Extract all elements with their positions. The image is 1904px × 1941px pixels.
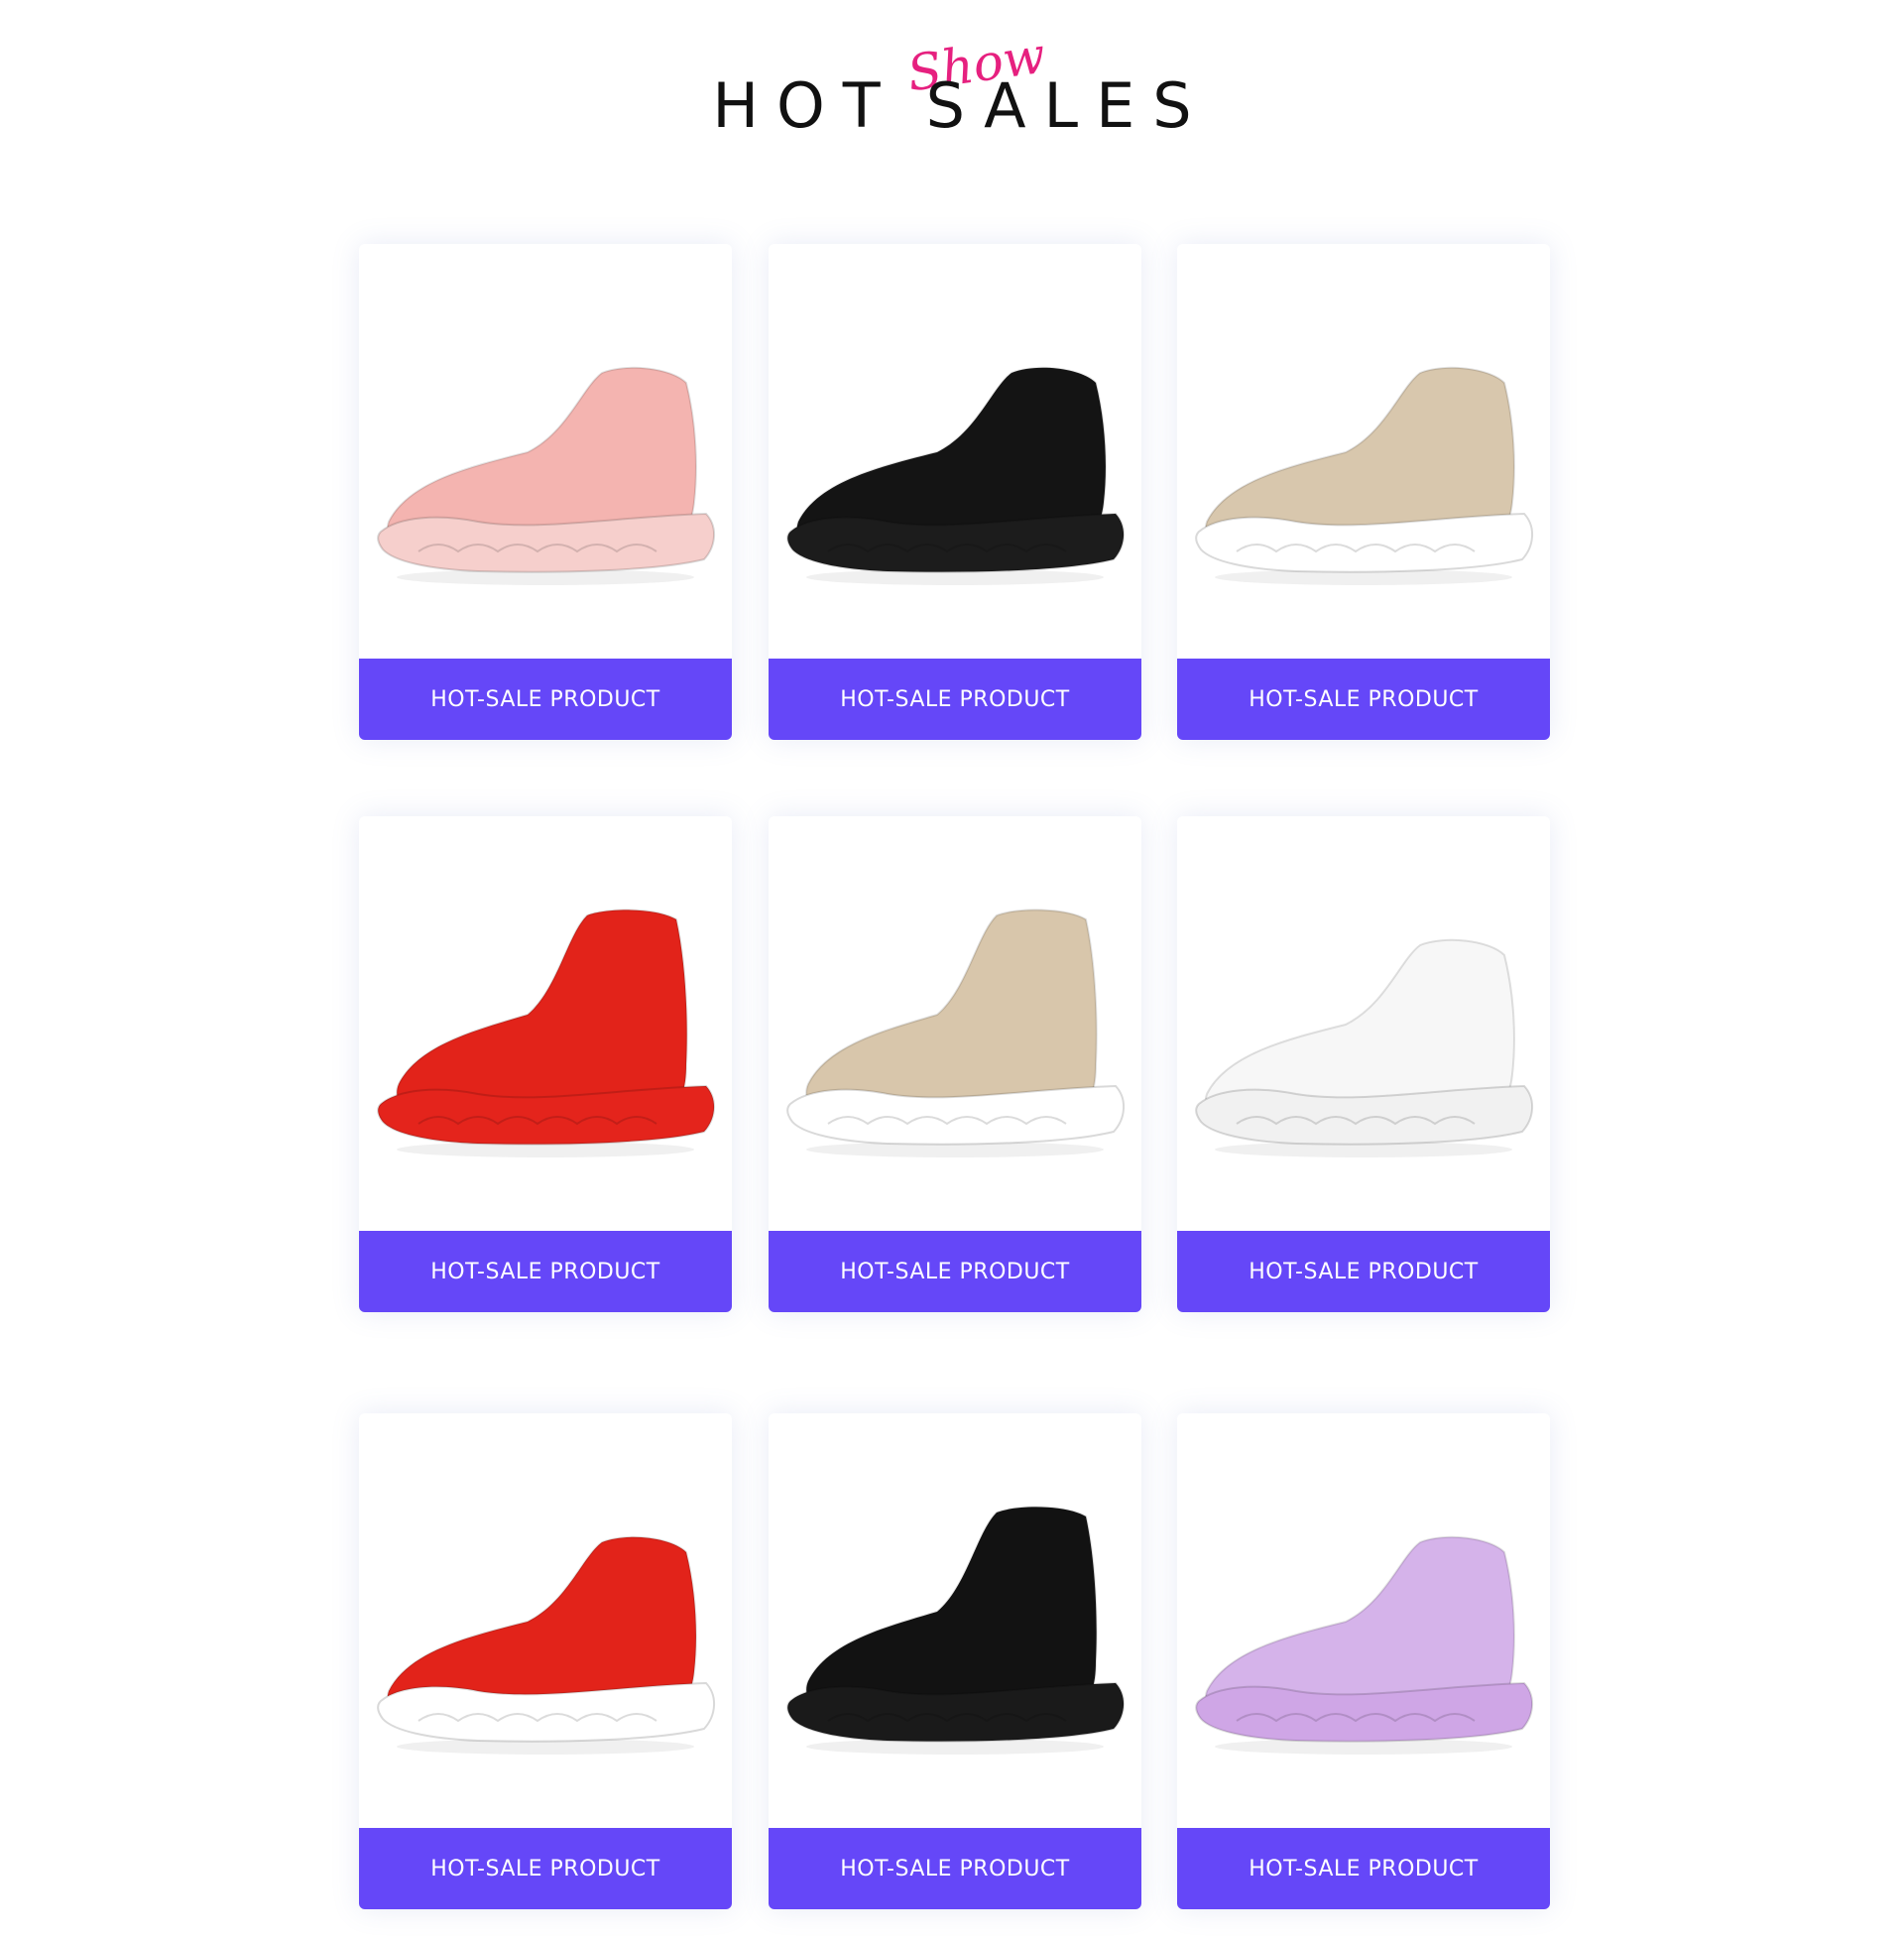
product-card[interactable]: HOT-SALE PRODUCT (359, 1413, 732, 1909)
product-image[interactable] (769, 244, 1141, 659)
shoe-image-icon (786, 366, 1125, 585)
product-card[interactable]: HOT-SALE PRODUCT (359, 816, 732, 1312)
product-image[interactable] (359, 1413, 732, 1828)
shoe-image-icon (377, 909, 715, 1157)
product-card[interactable]: HOT-SALE PRODUCT (1177, 244, 1550, 740)
hot-sale-product-button[interactable]: HOT-SALE PRODUCT (1177, 659, 1550, 740)
hot-sale-product-button[interactable]: HOT-SALE PRODUCT (769, 1828, 1141, 1909)
product-card[interactable]: HOT-SALE PRODUCT (769, 1413, 1141, 1909)
hot-sale-product-button[interactable]: HOT-SALE PRODUCT (769, 1231, 1141, 1312)
product-image[interactable] (1177, 816, 1550, 1231)
shoe-image-icon (1195, 366, 1533, 585)
shoe-image-icon (786, 1506, 1125, 1755)
product-image[interactable] (1177, 1413, 1550, 1828)
hot-sale-product-button[interactable]: HOT-SALE PRODUCT (359, 1828, 732, 1909)
product-card[interactable]: HOT-SALE PRODUCT (1177, 816, 1550, 1312)
hot-sale-product-button[interactable]: HOT-SALE PRODUCT (769, 659, 1141, 740)
hot-sale-product-button[interactable]: HOT-SALE PRODUCT (359, 659, 732, 740)
product-image[interactable] (359, 244, 732, 659)
product-image[interactable] (359, 816, 732, 1231)
shoe-image-icon (1195, 1535, 1533, 1755)
product-card[interactable]: HOT-SALE PRODUCT (769, 244, 1141, 740)
product-card[interactable]: HOT-SALE PRODUCT (769, 816, 1141, 1312)
page-title: HOT SALES (0, 75, 1904, 137)
title-sales: SALES (925, 69, 1210, 142)
shoe-image-icon (1195, 938, 1533, 1157)
hot-sale-product-button[interactable]: HOT-SALE PRODUCT (359, 1231, 732, 1312)
product-card[interactable]: HOT-SALE PRODUCT (359, 244, 732, 740)
product-image[interactable] (1177, 244, 1550, 659)
product-card[interactable]: HOT-SALE PRODUCT (1177, 1413, 1550, 1909)
product-image[interactable] (769, 816, 1141, 1231)
shoe-image-icon (377, 1535, 715, 1755)
hot-sale-product-button[interactable]: HOT-SALE PRODUCT (1177, 1231, 1550, 1312)
section-header: Show HOT SALES (0, 27, 1904, 149)
shoe-image-icon (786, 909, 1125, 1157)
product-image[interactable] (769, 1413, 1141, 1828)
shoe-image-icon (377, 366, 715, 585)
hot-sale-product-button[interactable]: HOT-SALE PRODUCT (1177, 1828, 1550, 1909)
title-hot: HOT (712, 69, 898, 142)
